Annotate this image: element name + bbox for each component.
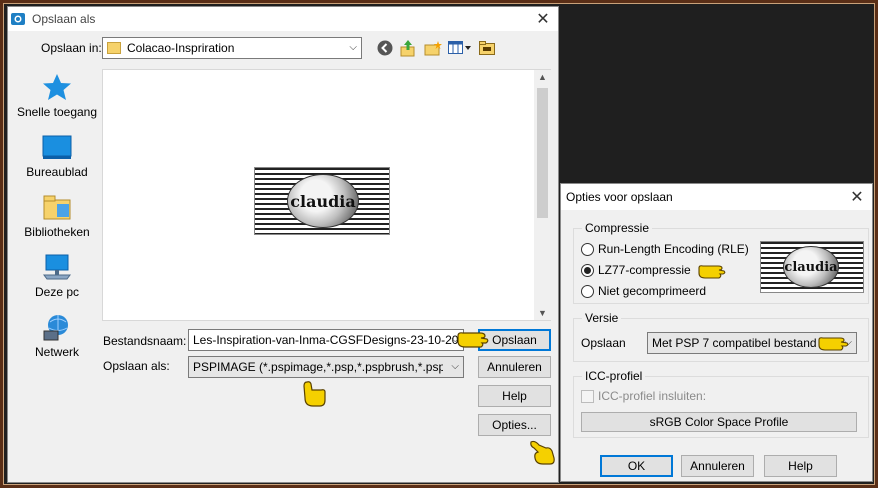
pointing-hand-icon <box>528 439 556 467</box>
sidebar-item-label: Netwerk <box>34 345 79 359</box>
filename-label: Bestandsnaam: <box>103 334 187 348</box>
options-preview-logo-text: claudia <box>784 259 838 275</box>
version-label: Opslaan <box>581 336 626 350</box>
save-as-close-button[interactable]: ✕ <box>528 7 558 31</box>
preview-logo: claudia <box>287 174 359 228</box>
filename-value: Les-Inspiration-van-Inma-CGSFDesigns-23-… <box>193 333 464 347</box>
options-close-button[interactable]: ✕ <box>842 184 872 210</box>
app-icon <box>10 11 26 27</box>
radio-uncompressed-label: Niet gecomprimeerd <box>598 284 707 298</box>
sidebar-item-quick-access[interactable]: Snelle toegang <box>11 73 103 119</box>
options-preview-logo: claudia <box>783 246 839 288</box>
sidebar-item-label: Deze pc <box>34 285 80 299</box>
save-in-combo[interactable]: Colacao-Inspriration ⌵ <box>102 37 362 59</box>
view-menu-icon[interactable] <box>448 41 472 55</box>
save-in-label: Opslaan in: <box>41 41 102 55</box>
radio-uncompressed[interactable]: Niet gecomprimeerd <box>581 284 706 298</box>
sidebar-item-this-pc[interactable]: Deze pc <box>11 253 103 299</box>
saveas-label: Opslaan als: <box>103 359 170 373</box>
sidebar-item-label: Snelle toegang <box>16 105 98 119</box>
saveas-value: PSPIMAGE (*.pspimage,*.psp,*.pspbrush,*.… <box>193 360 443 374</box>
pointing-hand-icon <box>697 263 727 281</box>
icc-profile-button[interactable]: sRGB Color Space Profile <box>581 412 857 432</box>
chevron-down-icon: ⌵ <box>451 360 459 372</box>
radio-rle-label: Run-Length Encoding (RLE) <box>598 242 749 256</box>
icc-checkbox-box[interactable] <box>581 389 594 403</box>
radio-lz77-dot[interactable] <box>581 263 594 277</box>
radio-rle-dot[interactable] <box>581 242 594 256</box>
pointing-hand-icon <box>817 335 851 353</box>
sidebar-item-network[interactable]: Netwerk <box>11 313 103 359</box>
radio-lz77[interactable]: LZ77-compressie <box>581 263 691 277</box>
save-as-dialog: Opslaan als ✕ Opslaan in: Colacao-Inspri… <box>7 6 559 483</box>
scroll-thumb[interactable] <box>537 88 548 218</box>
file-list-area[interactable]: claudia ▲ ▼ <box>102 69 551 321</box>
version-value: Met PSP 7 compatibel bestand <box>652 336 817 350</box>
folder-icon <box>107 42 121 54</box>
save-as-title: Opslaan als <box>32 12 96 26</box>
compression-group-title: Compressie <box>582 221 653 235</box>
library-icon <box>41 193 73 221</box>
options-button[interactable]: Opties... <box>478 414 551 436</box>
icc-checkbox-label: ICC-profiel insluiten: <box>598 389 707 403</box>
ok-button[interactable]: OK <box>600 455 673 477</box>
folder-options-icon[interactable] <box>479 41 495 55</box>
radio-lz77-label: LZ77-compressie <box>598 263 691 277</box>
help-button[interactable]: Help <box>478 385 551 407</box>
options-title: Opties voor opslaan <box>566 190 673 204</box>
radio-rle[interactable]: Run-Length Encoding (RLE) <box>581 242 749 256</box>
sidebar-item-label: Bureaublad <box>26 165 88 179</box>
save-as-titlebar[interactable]: Opslaan als ✕ <box>8 7 558 31</box>
sidebar-item-desktop[interactable]: Bureaublad <box>11 133 103 179</box>
options-cancel-button[interactable]: Annuleren <box>681 455 754 477</box>
saveas-combo[interactable]: PSPIMAGE (*.pspimage,*.psp,*.pspbrush,*.… <box>188 356 464 378</box>
filename-input[interactable]: Les-Inspiration-van-Inma-CGSFDesigns-23-… <box>188 329 464 351</box>
preview-logo-text: claudia <box>290 191 356 211</box>
up-folder-icon[interactable] <box>400 39 416 57</box>
icc-group-title: ICC-profiel <box>582 369 646 383</box>
sidebar-item-label: Bibliotheken <box>24 225 90 239</box>
computer-icon <box>41 253 73 281</box>
options-titlebar[interactable]: Opties voor opslaan ✕ <box>561 184 872 210</box>
network-icon <box>41 313 73 341</box>
sidebar-item-libraries[interactable]: Bibliotheken <box>11 193 103 239</box>
pointing-hand-icon <box>301 380 327 408</box>
scroll-up-arrow[interactable]: ▲ <box>534 72 551 82</box>
radio-uncompressed-dot[interactable] <box>581 284 594 298</box>
save-in-value: Colacao-Inspriration <box>127 41 235 55</box>
options-dialog: Opties voor opslaan ✕ Compressie Run-Len… <box>560 183 873 482</box>
new-folder-icon[interactable] <box>424 40 442 56</box>
scroll-down-arrow[interactable]: ▼ <box>534 308 551 318</box>
pointing-hand-icon <box>456 330 490 350</box>
desktop-icon <box>41 133 73 161</box>
cancel-button[interactable]: Annuleren <box>478 356 551 378</box>
icc-embed-checkbox[interactable]: ICC-profiel insluiten: <box>581 389 706 403</box>
star-icon <box>41 73 73 101</box>
options-help-button[interactable]: Help <box>764 455 837 477</box>
version-group-title: Versie <box>582 311 622 325</box>
chevron-down-icon: ⌵ <box>349 41 357 53</box>
vertical-scrollbar[interactable]: ▲ ▼ <box>534 70 551 320</box>
back-icon[interactable] <box>377 40 393 56</box>
